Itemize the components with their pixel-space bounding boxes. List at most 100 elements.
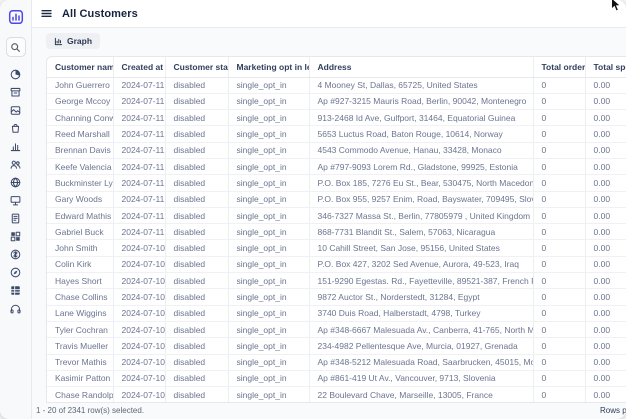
cell-spent: 0.00: [585, 370, 626, 388]
column-header-customer-name[interactable]: Customer name: [47, 57, 114, 78]
compass-icon[interactable]: [7, 266, 24, 279]
cell-name: Tyler Cochran: [47, 321, 114, 339]
table-row[interactable]: Chase Randolph 2024-07-10 disabled single_o…: [47, 386, 626, 402]
cell-address: 4543 Commodo Avenue, Hanau, 33428, Monac…: [309, 142, 534, 159]
app-logo-chart-icon[interactable]: [8, 9, 24, 25]
archive-box-icon[interactable]: [7, 86, 24, 99]
globe-icon[interactable]: [7, 176, 24, 189]
table-body: John Guerrero 2024-07-11 disabled single_op…: [47, 77, 626, 402]
table-grid-icon[interactable]: [7, 284, 24, 297]
cell-status: disabled: [165, 174, 229, 192]
cell-orders: 0: [533, 174, 586, 192]
cell-status: disabled: [165, 272, 229, 290]
users-icon[interactable]: [7, 158, 24, 171]
table-row[interactable]: Channing Conway2024-07-11disabledsingle_…: [47, 109, 626, 127]
cell-spent: 0.00: [585, 337, 626, 355]
column-header-created-at[interactable]: Created at: [113, 57, 166, 78]
cell-spent: 0.00: [585, 158, 626, 176]
cell-orders: 0: [533, 256, 586, 274]
cell-marketing: single_opt_in: [228, 125, 310, 143]
cell-spent: 0.00: [585, 272, 626, 290]
table-row[interactable]: Reed Marshall 2024-07-11 disabled single_op…: [47, 125, 626, 143]
headphones-icon[interactable]: [7, 302, 24, 315]
customers-table: Customer nameCreated atCustomer statusMa…: [47, 57, 626, 402]
cell-marketing: single_opt_in: [228, 174, 310, 192]
pie-chart-icon[interactable]: [7, 68, 24, 81]
table-row[interactable]: George Mccoy 2024-07-11 disabled single_opt…: [47, 93, 626, 111]
table-row[interactable]: Kasimir Patton 2024-07-10 disabled single_o…: [47, 370, 626, 388]
cell-orders: 0: [533, 125, 586, 143]
cell-address: P.O. Box 427, 3202 Sed Avenue, Aurora, 4…: [309, 256, 534, 274]
search-icon: [11, 42, 20, 52]
cell-marketing: single_opt_in: [228, 305, 310, 322]
receipt-icon[interactable]: [7, 212, 24, 225]
search-button[interactable]: [5, 37, 26, 57]
cell-name: Gabriel Buck: [47, 223, 114, 241]
cell-name: Chase Collins: [47, 288, 114, 306]
table-row[interactable]: Gabriel Buck 2024-07-11 disabled single_opt…: [47, 223, 626, 241]
cell-name: Channing Conway: [47, 109, 114, 127]
column-header-total-orders[interactable]: Total orders: [533, 57, 586, 78]
graph-button[interactable]: Graph: [46, 33, 101, 49]
cell-status: disabled: [165, 207, 229, 225]
table-row[interactable]: Lane Wiggins 2024-07-10 disabled single_opt…: [47, 305, 626, 322]
table-row[interactable]: Trevor Mathis 2024-07-10 disabled single_op…: [47, 354, 626, 371]
page-title: All Customers: [62, 7, 138, 20]
column-header-total-spent[interactable]: Total spent: [585, 57, 626, 78]
table-row[interactable]: Edward Mathis 2024-07-11 disabled single_op…: [47, 207, 626, 225]
cell-name: George Mccoy: [47, 93, 114, 111]
cell-address: 234-4982 Pellentesque Ave, Murcia, 01927…: [309, 337, 534, 355]
column-header-marketing-opt-in-level[interactable]: Marketing opt in level: [228, 57, 310, 78]
cell-status: disabled: [165, 256, 229, 274]
cell-address: 913-2468 Id Ave, Gulfport, 31464, Equato…: [309, 109, 534, 127]
cell-address: Ap #861-419 Ut Av., Vancouver, 9713, Slo…: [309, 370, 534, 388]
cell-created: 2024-07-10: [113, 305, 166, 322]
table-row[interactable]: Hayes Short 2024-07-10 disabled single_opt_…: [47, 272, 626, 290]
coin-icon[interactable]: [7, 248, 24, 261]
table-row[interactable]: Brennan Davis 2024-07-11 disabled single_op…: [47, 142, 626, 159]
table-row[interactable]: Keefe Valencia 2024-07-11 disabled single_o…: [47, 158, 626, 176]
cell-spent: 0.00: [585, 321, 626, 339]
shopping-bag-icon[interactable]: [7, 122, 24, 135]
table-row[interactable]: Tyler Cochran 2024-07-10 disabled single_op…: [47, 321, 626, 339]
cell-spent: 0.00: [585, 354, 626, 371]
table-row[interactable]: Gary Woods 2024-07-11 disabled single_opt_i…: [47, 191, 626, 208]
table-row[interactable]: Buckminster Lynch2024-07-11disabledsingl…: [47, 174, 626, 192]
inbox-icon[interactable]: [7, 104, 24, 117]
cell-name: Brennan Davis: [47, 142, 114, 159]
cell-address: 4 Mooney St, Dallas, 65725, United State…: [309, 77, 534, 94]
hamburger-menu-icon[interactable]: [40, 7, 53, 20]
cell-marketing: single_opt_in: [228, 337, 310, 355]
column-header-address[interactable]: Address: [309, 57, 534, 78]
blocks-icon[interactable]: [7, 230, 24, 243]
cell-orders: 0: [533, 223, 586, 241]
table-row[interactable]: Colin Kirk 2024-07-10 disabled single_opt_i…: [47, 256, 626, 274]
cell-marketing: single_opt_in: [228, 272, 310, 290]
cell-status: disabled: [165, 337, 229, 355]
cell-marketing: single_opt_in: [228, 239, 310, 257]
cell-marketing: single_opt_in: [228, 77, 310, 94]
cell-name: Lane Wiggins: [47, 305, 114, 322]
presentation-icon[interactable]: [7, 194, 24, 207]
cell-status: disabled: [165, 239, 229, 257]
cell-orders: 0: [533, 337, 586, 355]
cell-status: disabled: [165, 288, 229, 306]
cell-created: 2024-07-10: [113, 386, 166, 402]
cell-orders: 0: [533, 158, 586, 176]
cell-created: 2024-07-11: [113, 125, 166, 143]
cell-name: Edward Mathis: [47, 207, 114, 225]
table-row[interactable]: Chase Collins 2024-07-10 disabled single_op…: [47, 288, 626, 306]
table-row[interactable]: Travis Mueller 2024-07-10 disabled single_o…: [47, 337, 626, 355]
cell-status: disabled: [165, 321, 229, 339]
table-row[interactable]: John Guerrero 2024-07-11 disabled single_op…: [47, 77, 626, 94]
cell-spent: 0.00: [585, 142, 626, 159]
cell-orders: 0: [533, 77, 586, 94]
column-header-customer-status[interactable]: Customer status: [165, 57, 229, 78]
cell-spent: 0.00: [585, 256, 626, 274]
app-window: All Customers Graph Customer name Created…: [0, 0, 626, 419]
table-row[interactable]: John Smith 2024-07-10 disabled single_opt_i…: [47, 239, 626, 257]
bar-chart-icon[interactable]: [7, 140, 24, 153]
customers-table-card: Customer nameCreated atCustomer statusMa…: [46, 56, 626, 403]
cell-spent: 0.00: [585, 386, 626, 402]
cell-status: disabled: [165, 305, 229, 322]
